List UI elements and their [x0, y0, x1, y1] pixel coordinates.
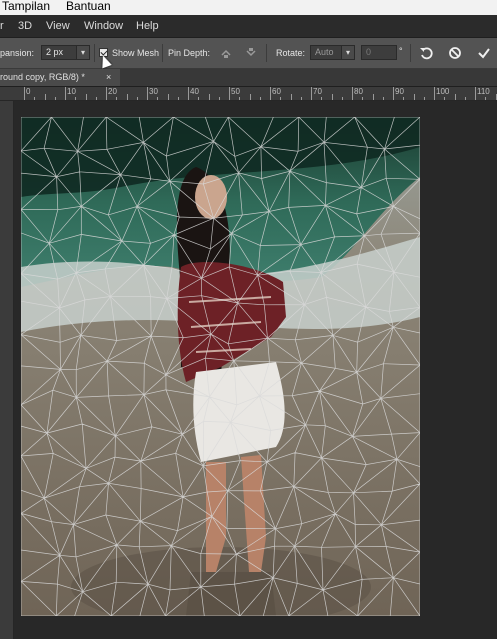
angle-field[interactable]: 0 — [361, 45, 397, 60]
ruler-minor-tick — [403, 97, 405, 100]
expansion-dropdown[interactable]: ▾ — [76, 45, 90, 60]
menu-3d[interactable]: 3D — [18, 20, 32, 32]
ruler-label: 70 — [313, 87, 322, 96]
ruler-minor-tick — [177, 97, 179, 100]
ruler-tick — [106, 87, 107, 100]
divider — [94, 44, 95, 62]
app-menubar: r 3D View Window Help — [0, 15, 497, 38]
ruler-minor-tick — [464, 97, 466, 100]
rotate-select[interactable]: Auto — [310, 45, 342, 60]
pin-backward-icon[interactable] — [244, 46, 258, 60]
ruler-tick — [475, 87, 476, 100]
ruler-tick — [352, 87, 353, 100]
ruler-minor-tick — [444, 97, 446, 100]
undo-icon[interactable] — [419, 46, 433, 60]
ruler-minor-tick — [249, 94, 251, 100]
ruler-minor-tick — [239, 97, 241, 100]
document-tab[interactable]: round copy, RGB/8) * × — [0, 69, 120, 86]
ruler-minor-tick — [157, 97, 159, 100]
ruler-minor-tick — [85, 94, 87, 100]
rotate-label: Rotate: — [276, 48, 306, 58]
ruler-tick — [311, 87, 312, 100]
ruler-label: 110 — [477, 87, 490, 96]
ruler-label: 60 — [272, 87, 281, 96]
ruler-label: 20 — [108, 87, 117, 96]
ruler-minor-tick — [321, 97, 323, 100]
ruler-minor-tick — [495, 94, 497, 100]
ruler-minor-tick — [34, 97, 36, 100]
show-mesh-label: Show Mesh — [112, 48, 160, 58]
ruler-minor-tick — [44, 94, 46, 100]
menu-help[interactable]: Help — [136, 20, 159, 32]
menu-bantuan[interactable]: Bantuan — [66, 0, 111, 13]
ruler-minor-tick — [331, 94, 333, 100]
ruler-tick — [229, 87, 230, 100]
ruler-minor-tick — [362, 97, 364, 100]
expansion-field[interactable]: 2 px — [41, 45, 77, 60]
ruler-minor-tick — [218, 97, 220, 100]
ruler-label: 30 — [149, 87, 158, 96]
ruler-minor-tick — [413, 94, 415, 100]
pin-depth-label: Pin Depth: — [168, 48, 211, 58]
divider — [162, 44, 163, 62]
ruler-minor-tick — [259, 97, 261, 100]
expansion-label: pansion: — [0, 48, 35, 58]
document-tabbar: round copy, RGB/8) * × — [0, 69, 497, 87]
ruler-minor-tick — [341, 97, 343, 100]
chevron-down-icon: ▾ — [345, 48, 350, 57]
menu-filter-partial[interactable]: r — [0, 20, 4, 32]
ruler-minor-tick — [167, 94, 169, 100]
chevron-down-icon: ▾ — [80, 48, 85, 57]
ruler-minor-tick — [485, 97, 487, 100]
ruler-tick — [188, 87, 189, 100]
checkmark-icon[interactable] — [477, 46, 491, 60]
divider — [410, 44, 411, 62]
ruler-tick — [270, 87, 271, 100]
ruler-minor-tick — [116, 97, 118, 100]
ruler-tick — [65, 87, 66, 100]
os-menubar: Tampilan Bantuan — [0, 0, 497, 15]
ruler-minor-tick — [300, 97, 302, 100]
ruler-minor-tick — [382, 97, 384, 100]
ruler-vertical — [0, 101, 14, 639]
ruler-minor-tick — [423, 97, 425, 100]
menu-view[interactable]: View — [46, 20, 70, 32]
ruler-minor-tick — [290, 94, 292, 100]
ruler-minor-tick — [126, 94, 128, 100]
ruler-tick — [24, 87, 25, 100]
ruler-minor-tick — [372, 94, 374, 100]
document-tab-title: round copy, RGB/8) * — [0, 72, 85, 82]
ruler-tick — [434, 87, 435, 100]
ruler-tick — [147, 87, 148, 100]
ruler-minor-tick — [54, 97, 56, 100]
ruler-tick — [393, 87, 394, 100]
ruler-label: 10 — [67, 87, 76, 96]
ruler-minor-tick — [208, 94, 210, 100]
ruler-minor-tick — [75, 97, 77, 100]
ruler-minor-tick — [95, 97, 97, 100]
puppet-warp-image — [21, 117, 420, 616]
ruler-minor-tick — [280, 97, 282, 100]
options-bar: pansion: 2 px ▾ Show Mesh Pin Depth: Rot… — [0, 38, 497, 69]
ruler-minor-tick — [198, 97, 200, 100]
rotate-dropdown[interactable]: ▾ — [341, 45, 355, 60]
cancel-icon[interactable] — [448, 46, 462, 60]
ruler-label: 90 — [395, 87, 404, 96]
menu-window[interactable]: Window — [84, 20, 123, 32]
document-image[interactable] — [21, 117, 420, 616]
close-icon[interactable]: × — [106, 69, 111, 86]
degree-symbol: ° — [399, 46, 403, 56]
menu-tampilan[interactable]: Tampilan — [2, 0, 50, 13]
ruler-horizontal: 0 10 20 30 40 50 60 70 80 90 100 110 — [0, 87, 497, 101]
pin-forward-icon[interactable] — [219, 46, 233, 60]
ruler-minor-tick — [454, 94, 456, 100]
ruler-label: 40 — [190, 87, 199, 96]
ruler-label: 80 — [354, 87, 363, 96]
ruler-label: 100 — [436, 87, 450, 96]
divider — [266, 44, 267, 62]
ruler-label: 0 — [26, 87, 31, 96]
ruler-label: 50 — [231, 87, 240, 96]
ruler-minor-tick — [136, 97, 138, 100]
